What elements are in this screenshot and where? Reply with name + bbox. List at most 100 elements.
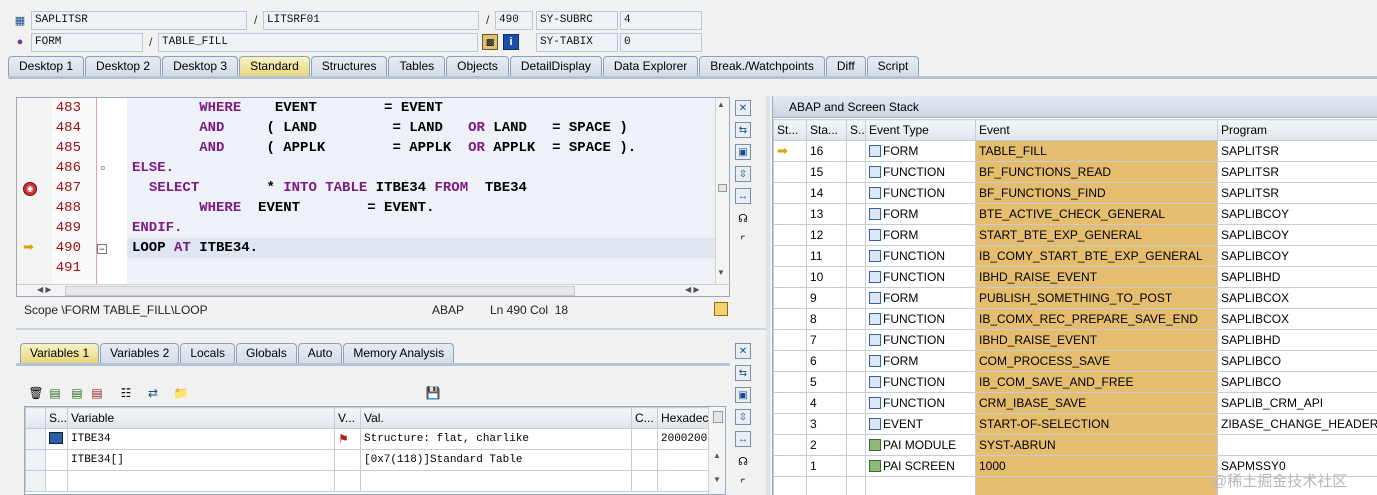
var-column-header[interactable]: S... — [45, 407, 68, 429]
event-type-cell[interactable]: FUNCTION — [865, 371, 976, 393]
block-name-field[interactable]: TABLE_FILL — [158, 33, 478, 52]
stack-row[interactable]: 7 FUNCTION IBHD_RAISE_EVENT SAPLIBHD — [773, 329, 1377, 351]
event-type-cell[interactable]: FORM — [865, 224, 976, 246]
stack-row[interactable]: 4 FUNCTION CRM_IBASE_SAVE SAPLIB_CRM_API — [773, 392, 1377, 414]
stack-status-cell[interactable] — [773, 350, 807, 372]
vtab-variables-2[interactable]: Variables 2 — [100, 343, 180, 363]
program-cell[interactable] — [1217, 434, 1377, 456]
empty-cell[interactable] — [975, 476, 1218, 495]
stack-row[interactable]: 6 FORM COM_PROCESS_SAVE SAPLIBCO — [773, 350, 1377, 372]
stack-status-cell[interactable] — [773, 203, 807, 225]
stack-level-cell[interactable]: 15 — [806, 161, 847, 183]
stack-status-cell[interactable] — [773, 455, 807, 477]
stack-s-cell[interactable] — [846, 182, 866, 204]
table-icon[interactable]: ▤ — [89, 385, 105, 401]
vtab-locals[interactable]: Locals — [180, 343, 235, 363]
row-selector[interactable] — [25, 428, 46, 450]
stack-s-cell[interactable] — [846, 455, 866, 477]
save-icon[interactable]: 💾 — [425, 385, 441, 401]
stack-row[interactable]: 5 FUNCTION IB_COM_SAVE_AND_FREE SAPLIBCO — [773, 371, 1377, 393]
stack-s-cell[interactable] — [846, 203, 866, 225]
program-cell[interactable]: SAPLIBCOX — [1217, 308, 1377, 330]
event-cell[interactable]: TABLE_FILL — [975, 140, 1218, 162]
stack-s-cell[interactable] — [846, 266, 866, 288]
empty-cell[interactable] — [25, 470, 46, 492]
stack-status-cell[interactable] — [773, 308, 807, 330]
import-icon[interactable]: ▤ — [69, 385, 85, 401]
stack-status-cell[interactable] — [773, 392, 807, 414]
program-cell[interactable]: SAPLITSR — [1217, 140, 1377, 162]
variable-cell[interactable]: ITBE34[] — [67, 449, 335, 471]
stack-row[interactable]: 13 FORM BTE_ACTIVE_CHECK_GENERAL SAPLIBCOY — [773, 203, 1377, 225]
program-cell[interactable]: SAPLIBCO — [1217, 371, 1377, 393]
empty-cell[interactable] — [865, 476, 976, 495]
event-type-cell[interactable]: PAI MODULE — [865, 434, 976, 456]
event-cell[interactable]: BF_FUNCTIONS_READ — [975, 161, 1218, 183]
stack-row[interactable]: ➡ 16 FORM TABLE_FILL SAPLITSR — [773, 140, 1377, 162]
stack-status-cell[interactable] — [773, 434, 807, 456]
stack-level-cell[interactable]: 2 — [806, 434, 847, 456]
stack-column-header[interactable]: Event Type — [865, 119, 976, 141]
swap-variables-icon[interactable]: ⇆ — [735, 365, 751, 381]
delete-icon[interactable]: 🗑 — [28, 385, 44, 401]
source-editor[interactable]: 483 WHERE EVENT = EVENT 484 AND ( LAND = … — [16, 97, 730, 297]
stack-level-cell[interactable]: 3 — [806, 413, 847, 435]
event-cell[interactable]: IBHD_RAISE_EVENT — [975, 329, 1218, 351]
code-line[interactable]: 484 AND ( LAND = LAND OR LAND = SPACE ) — [17, 120, 717, 140]
stack-column-header[interactable]: S... — [846, 119, 866, 141]
maximize-icon[interactable]: ▣ — [735, 144, 751, 160]
stack-row[interactable]: 15 FUNCTION BF_FUNCTIONS_READ SAPLITSR — [773, 161, 1377, 183]
tab-script[interactable]: Script — [866, 56, 920, 76]
event-cell[interactable]: BF_FUNCTIONS_FIND — [975, 182, 1218, 204]
structure-icon-cell[interactable] — [45, 449, 68, 471]
program-cell[interactable]: SAPLIB_CRM_API — [1217, 392, 1377, 414]
stack-s-cell[interactable] — [846, 224, 866, 246]
program-cell[interactable]: SAPLIBCO — [1217, 350, 1377, 372]
subrc-value[interactable]: 4 — [620, 11, 702, 30]
stack-s-cell[interactable] — [846, 434, 866, 456]
event-type-cell[interactable]: EVENT — [865, 413, 976, 435]
empty-cell[interactable] — [846, 476, 866, 495]
stack-level-cell[interactable]: 14 — [806, 182, 847, 204]
empty-cell[interactable] — [631, 470, 658, 492]
stack-level-cell[interactable]: 7 — [806, 329, 847, 351]
event-cell[interactable]: IB_COMY_START_BTE_EXP_GENERAL — [975, 245, 1218, 267]
stack-level-cell[interactable]: 11 — [806, 245, 847, 267]
event-cell[interactable]: START_BTE_EXP_GENERAL — [975, 224, 1218, 246]
value-cell[interactable]: Structure: flat, charlike — [360, 428, 632, 450]
event-cell[interactable]: PUBLISH_SOMETHING_TO_POST — [975, 287, 1218, 309]
stack-status-cell[interactable]: ➡ — [773, 140, 807, 162]
var-column-header[interactable]: Variable — [67, 407, 335, 429]
change-icon-cell[interactable] — [334, 449, 361, 471]
event-type-cell[interactable]: FORM — [865, 203, 976, 225]
tab-detaildisplay[interactable]: DetailDisplay — [509, 56, 602, 76]
event-type-cell[interactable]: FUNCTION — [865, 308, 976, 330]
resize-icon[interactable]: ⇳ — [735, 166, 751, 182]
code-line[interactable]: 489 ENDIF. — [17, 220, 717, 240]
code-line[interactable]: 483 WHERE EVENT = EVENT — [17, 100, 717, 120]
event-type-cell[interactable]: FUNCTION — [865, 182, 976, 204]
stack-status-cell[interactable] — [773, 245, 807, 267]
tab-data-explorer[interactable]: Data Explorer — [602, 56, 699, 76]
close-variables-icon[interactable]: ✕ — [735, 343, 751, 359]
tab-desktop-3[interactable]: Desktop 3 — [162, 56, 239, 76]
stack-status-cell[interactable] — [773, 182, 807, 204]
code-line[interactable]: 491 — [17, 260, 717, 280]
stack-s-cell[interactable] — [846, 161, 866, 183]
display-icon[interactable]: ▩ — [482, 34, 498, 50]
program-cell[interactable]: ZIBASE_CHANGE_HEADER — [1217, 413, 1377, 435]
program-cell[interactable]: SAPLIBHD — [1217, 329, 1377, 351]
code-line[interactable]: 486 ELSE. — [17, 160, 717, 180]
tab-objects[interactable]: Objects — [446, 56, 509, 76]
breakpoint-icon[interactable]: ◉ — [23, 182, 37, 196]
vtab-auto[interactable]: Auto — [297, 343, 343, 363]
tab-tables[interactable]: Tables — [388, 56, 446, 76]
program-cell[interactable]: SAPLIBCOY — [1217, 245, 1377, 267]
editor-vertical-scrollbar[interactable]: ▲ ▼ — [715, 98, 729, 284]
stack-s-cell[interactable] — [846, 287, 866, 309]
variables-vertical-scrollbar[interactable]: ▲ ▼ — [708, 407, 725, 494]
folder-icon[interactable]: 📁 — [173, 385, 189, 401]
empty-cell[interactable] — [773, 476, 807, 495]
empty-cell[interactable] — [334, 470, 361, 492]
stack-status-cell[interactable] — [773, 329, 807, 351]
